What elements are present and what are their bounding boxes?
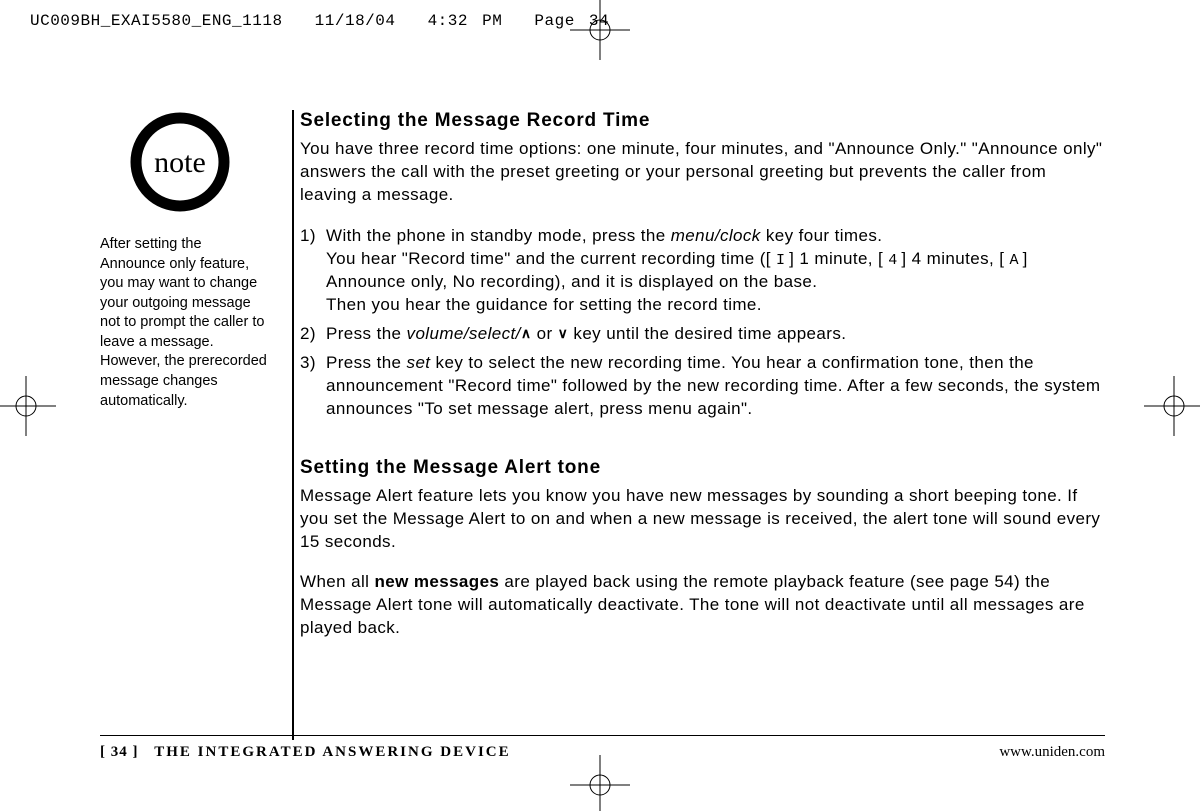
bold-new-messages: new messages: [374, 572, 499, 591]
svg-text:note: note: [154, 146, 206, 179]
registration-mark-top-icon: [570, 0, 630, 60]
page-number: [ 34 ]: [100, 744, 139, 760]
seven-seg-1-icon: I: [776, 252, 784, 269]
sidebar-note: note After setting the Announce only fea…: [100, 112, 270, 411]
alert-paragraph-2: When all new messages are played back us…: [300, 571, 1105, 640]
column-divider: [292, 110, 294, 740]
intro-record-time: You have three record time options: one …: [300, 138, 1105, 207]
page-footer: [ 34 ] THE INTEGRATED ANSWERING DEVICE w…: [100, 735, 1105, 761]
steps-record-time: With the phone in standby mode, press th…: [300, 225, 1105, 421]
slug-date: 11/18/04: [315, 12, 396, 30]
arrow-up-icon: ∧: [521, 324, 532, 343]
footer-left: [ 34 ] THE INTEGRATED ANSWERING DEVICE: [100, 744, 511, 761]
slug-file: UC009BH_EXAI5580_ENG_1118: [30, 12, 283, 30]
key-set: set: [407, 353, 431, 372]
footer-url: www.uniden.com: [999, 744, 1105, 761]
step-3: Press the set key to select the new reco…: [300, 352, 1105, 421]
sidebar-note-text: After setting the Announce only feature,…: [100, 235, 270, 411]
section-title: THE INTEGRATED ANSWERING DEVICE: [154, 744, 510, 760]
seven-seg-a-icon: A: [1009, 252, 1017, 269]
print-slug: UC009BH_EXAI5580_ENG_1118 11/18/04 4:32 …: [30, 12, 609, 30]
step-1: With the phone in standby mode, press th…: [300, 225, 1105, 317]
manual-page: UC009BH_EXAI5580_ENG_1118 11/18/04 4:32 …: [0, 0, 1200, 811]
registration-mark-left-icon: [0, 376, 56, 436]
alert-paragraph-1: Message Alert feature lets you know you …: [300, 485, 1105, 554]
key-volume-select: volume/select/: [407, 324, 521, 343]
main-content: Selecting the Message Record Time You ha…: [300, 110, 1105, 658]
step-2: Press the volume/select/∧ or ∨ key until…: [300, 323, 1105, 346]
key-menu-clock: menu/clock: [671, 226, 761, 245]
registration-mark-bottom-icon: [570, 755, 630, 811]
slug-time: 4:32 PM: [428, 12, 503, 30]
registration-mark-right-icon: [1144, 376, 1200, 436]
arrow-down-icon: ∨: [558, 324, 569, 343]
heading-record-time: Selecting the Message Record Time: [300, 110, 1105, 132]
heading-message-alert: Setting the Message Alert tone: [300, 457, 1105, 479]
note-icon: note: [130, 112, 230, 212]
